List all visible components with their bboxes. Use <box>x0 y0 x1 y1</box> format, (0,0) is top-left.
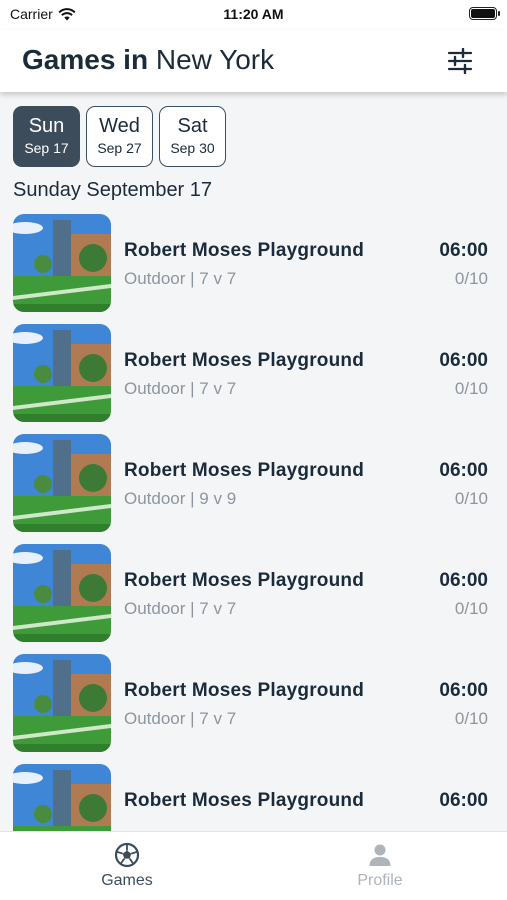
field-thumbnail <box>13 654 111 752</box>
game-time: 06:00 <box>439 350 488 371</box>
day-tab-wed[interactable]: Wed Sep 27 <box>86 106 153 167</box>
filter-sliders-icon[interactable] <box>447 48 473 74</box>
app-header: Games in New York <box>0 30 507 92</box>
day-tab-date: Sep 30 <box>170 140 215 156</box>
section-date-heading: Sunday September 17 <box>13 179 213 201</box>
game-time: 06:00 <box>439 240 488 261</box>
day-tab-day: Sun <box>28 115 65 137</box>
page-title-prefix: Games in <box>22 44 149 75</box>
game-list-item[interactable]: Robert Moses Playground Outdoor | 7 v 7 … <box>0 324 507 434</box>
day-tab-day: Wed <box>99 115 140 137</box>
battery-icon <box>469 7 500 20</box>
game-player-count: 0/10 <box>454 599 488 618</box>
game-venue-name: Robert Moses Playground <box>124 680 365 701</box>
day-tab-date: Sep 27 <box>97 140 142 156</box>
city-name[interactable]: New York <box>156 44 274 75</box>
game-venue-name: Robert Moses Playground <box>124 570 365 591</box>
tab-games-label: Games <box>101 872 153 889</box>
game-venue-name: Robert Moses Playground <box>124 460 365 481</box>
game-list-item[interactable]: Robert Moses Playground Outdoor | 7 v 7 … <box>0 214 507 324</box>
day-selector: Sun Sep 17 Wed Sep 27 Sat Sep 30 <box>13 106 226 167</box>
game-venue-name: Robert Moses Playground <box>124 240 365 261</box>
game-list-item[interactable]: Robert Moses Playground Outdoor | 7 v 7 … <box>0 654 507 764</box>
games-list[interactable]: Robert Moses Playground Outdoor | 7 v 7 … <box>0 214 507 831</box>
tab-games[interactable]: Games <box>67 842 187 890</box>
game-venue-name: Robert Moses Playground <box>124 790 365 811</box>
field-thumbnail <box>13 544 111 642</box>
day-tab-date: Sep 17 <box>24 140 69 156</box>
status-bar: Carrier 11:20 AM <box>0 0 507 30</box>
game-player-count: 0/10 <box>454 269 488 288</box>
game-type: Outdoor | 9 v 9 <box>124 489 237 508</box>
game-venue-name: Robert Moses Playground <box>124 350 365 371</box>
bottom-tab-bar: Games Profile <box>0 831 507 900</box>
game-list-item[interactable]: Robert Moses Playground Outdoor | 7 v 7 … <box>0 544 507 654</box>
game-type: Outdoor | 7 v 7 <box>124 599 237 618</box>
game-player-count: 0/10 <box>454 379 488 398</box>
person-icon <box>369 844 391 866</box>
field-thumbnail <box>13 214 111 312</box>
game-type: Outdoor | 7 v 7 <box>124 379 237 398</box>
day-tab-day: Sat <box>177 115 208 137</box>
tab-profile[interactable]: Profile <box>320 842 440 890</box>
soccer-ball-icon <box>114 842 140 868</box>
day-tab-sun[interactable]: Sun Sep 17 <box>13 106 80 167</box>
field-thumbnail <box>13 764 111 831</box>
game-list-item[interactable]: Robert Moses Playground Outdoor | 9 v 9 … <box>0 434 507 544</box>
game-player-count: 0/10 <box>454 709 488 728</box>
day-tab-sat[interactable]: Sat Sep 30 <box>159 106 226 167</box>
game-type: Outdoor | 7 v 7 <box>124 269 237 288</box>
game-time: 06:00 <box>439 790 488 811</box>
game-type: Outdoor | 7 v 7 <box>124 709 237 728</box>
status-time: 11:20 AM <box>223 6 284 22</box>
field-thumbnail <box>13 434 111 532</box>
field-thumbnail <box>13 324 111 422</box>
game-player-count: 0/10 <box>454 489 488 508</box>
game-time: 06:00 <box>439 460 488 481</box>
game-list-item[interactable]: Robert Moses Playground 06:00 <box>0 764 507 831</box>
game-time: 06:00 <box>439 570 488 591</box>
tab-profile-label: Profile <box>357 872 403 889</box>
game-time: 06:00 <box>439 680 488 701</box>
page-title: Games in New York <box>22 44 274 76</box>
